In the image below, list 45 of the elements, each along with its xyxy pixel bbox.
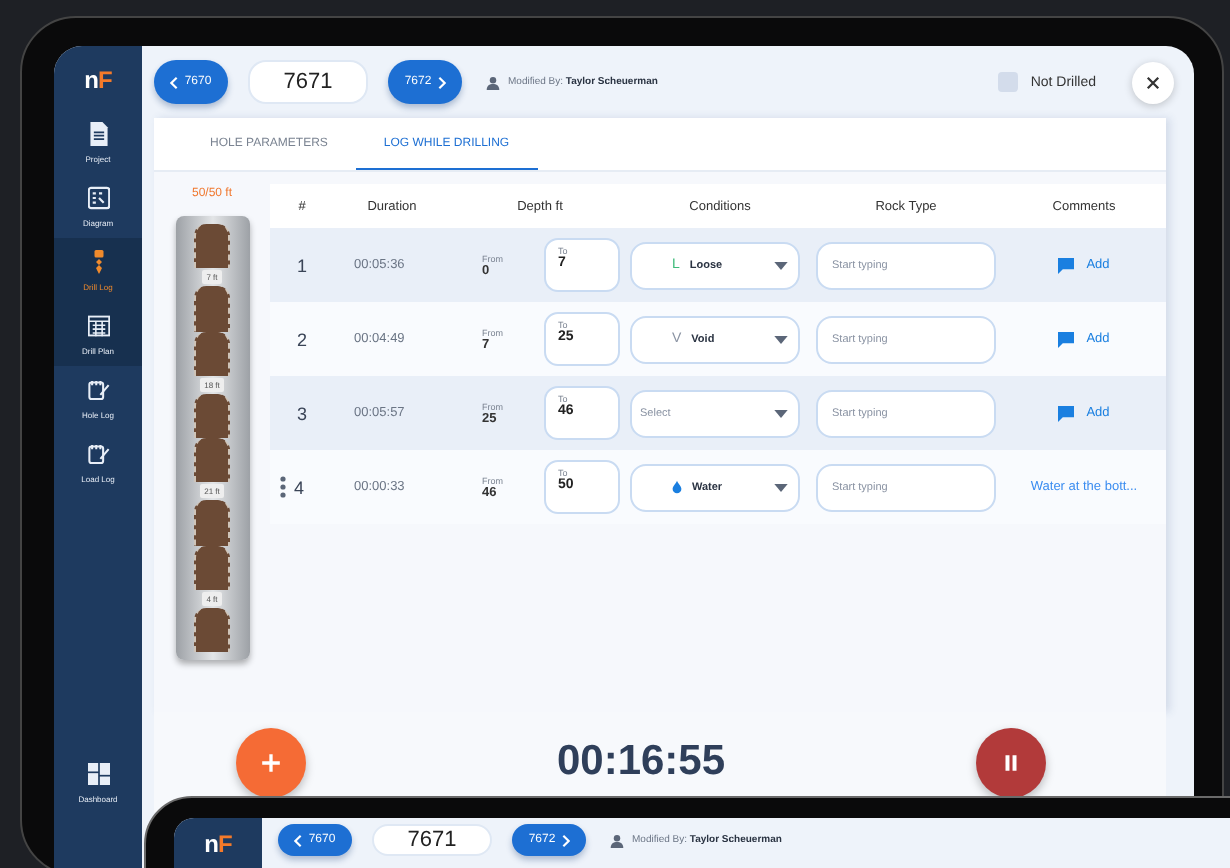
- pause-icon: [1000, 751, 1022, 773]
- document-icon: [87, 122, 109, 146]
- comment-icon: [1058, 331, 1075, 347]
- not-drilled-checkbox[interactable]: [998, 72, 1019, 92]
- app-logo: nF: [84, 66, 112, 94]
- core-segment: [194, 607, 230, 652]
- core-segment: [194, 438, 230, 483]
- water-drop-icon: [672, 480, 682, 494]
- core-segment: [194, 286, 230, 331]
- dropdown-arrow-icon: [774, 261, 788, 269]
- comment-icon: [1058, 257, 1075, 273]
- drag-handle-icon[interactable]: [279, 476, 286, 498]
- grid-icon: [87, 186, 109, 210]
- add-button[interactable]: [236, 727, 306, 797]
- person-icon: [610, 833, 624, 847]
- dropdown-arrow-icon: [774, 335, 788, 343]
- chevron-right-icon: [561, 833, 570, 847]
- core-segment: [194, 393, 230, 438]
- pause-button[interactable]: [976, 727, 1046, 797]
- plus-icon: [260, 751, 282, 773]
- core-segment: [194, 545, 230, 590]
- hole-number-field[interactable]: 7671: [248, 60, 368, 104]
- core-segment: [194, 224, 230, 269]
- close-icon: [1146, 75, 1160, 89]
- dropdown-arrow-icon: [774, 483, 788, 491]
- close-button[interactable]: [1132, 61, 1174, 103]
- dropdown-arrow-icon: [774, 409, 788, 417]
- clipboard-icon: [87, 378, 109, 402]
- core-segment: [194, 500, 230, 545]
- calendar-icon: [87, 314, 109, 338]
- row-number: 2: [296, 329, 307, 349]
- timer: 00:16:55: [556, 738, 726, 786]
- hole-number-field[interactable]: 7671: [372, 824, 492, 856]
- core-segment: [194, 331, 230, 376]
- row-number: 1: [296, 255, 307, 275]
- clipboard-icon: [87, 442, 109, 466]
- person-icon: [486, 75, 500, 89]
- row-number: 4: [293, 477, 304, 497]
- chevron-left-icon: [170, 75, 179, 89]
- chevron-left-icon: [294, 833, 303, 847]
- app-logo: nF: [202, 830, 234, 858]
- comment-icon: [1058, 405, 1075, 421]
- dashboard-icon: [87, 762, 109, 786]
- chevron-right-icon: [437, 75, 446, 89]
- row-number: 3: [296, 403, 307, 423]
